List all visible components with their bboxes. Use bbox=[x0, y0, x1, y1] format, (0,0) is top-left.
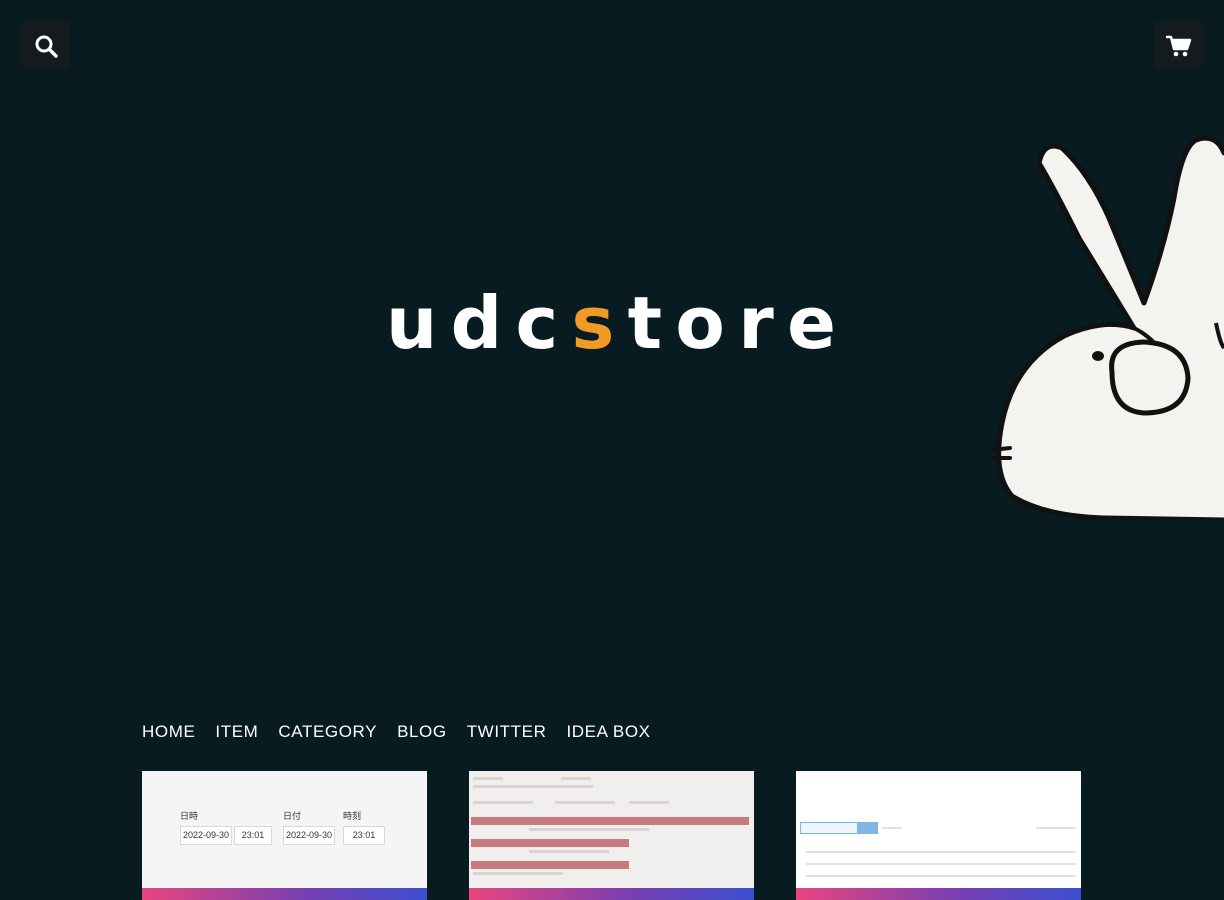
card-placeholder bbox=[471, 817, 749, 825]
logo-letter: d bbox=[450, 281, 503, 365]
rabbit-illustration bbox=[990, 135, 1224, 520]
nav-home[interactable]: HOME bbox=[142, 719, 195, 745]
nav-blog[interactable]: BLOG bbox=[397, 719, 447, 745]
logo-letter: c bbox=[515, 281, 559, 365]
card-placeholder bbox=[806, 863, 1076, 865]
site-logo[interactable]: u d c s t o r e bbox=[386, 287, 836, 359]
card-placeholder bbox=[806, 875, 1076, 877]
card-placeholder bbox=[471, 839, 629, 847]
card-text: 2022-09-30 bbox=[283, 826, 335, 845]
card-text: 23:01 bbox=[234, 826, 272, 845]
logo-letter: e bbox=[787, 281, 836, 365]
nav-idea-box[interactable]: IDEA BOX bbox=[566, 719, 650, 745]
logo-letter: o bbox=[675, 281, 725, 365]
card-placeholder bbox=[473, 801, 533, 804]
nav-item[interactable]: ITEM bbox=[215, 719, 258, 745]
nav-twitter[interactable]: TWITTER bbox=[467, 719, 547, 745]
card-placeholder bbox=[882, 827, 902, 829]
card-placeholder bbox=[473, 777, 503, 780]
search-button[interactable] bbox=[21, 21, 70, 70]
card-placeholder bbox=[858, 822, 878, 834]
card-accent-bar bbox=[796, 888, 1081, 900]
product-card[interactable]: 日時 日付 時刻 2022-09-30 23:01 2022-09-30 23:… bbox=[142, 771, 427, 900]
card-placeholder bbox=[529, 828, 649, 831]
card-placeholder bbox=[529, 850, 609, 853]
card-text: 日時 bbox=[180, 811, 199, 821]
card-placeholder bbox=[806, 851, 1076, 853]
card-placeholder bbox=[473, 872, 563, 875]
card-placeholder bbox=[471, 861, 629, 869]
card-placeholder bbox=[1036, 827, 1076, 829]
card-placeholder bbox=[555, 801, 615, 804]
cart-button[interactable] bbox=[1154, 21, 1203, 70]
card-placeholder bbox=[561, 777, 591, 780]
search-icon bbox=[35, 35, 58, 58]
main-nav: HOME ITEM CATEGORY BLOG TWITTER IDEA BOX bbox=[142, 719, 651, 745]
card-text: 2022-09-30 bbox=[180, 826, 232, 845]
logo-letter-accent: s bbox=[571, 281, 615, 365]
product-card[interactable] bbox=[796, 771, 1081, 900]
cart-icon bbox=[1165, 35, 1191, 56]
product-card[interactable] bbox=[469, 771, 754, 900]
card-placeholder bbox=[473, 785, 593, 788]
logo-letter: u bbox=[386, 281, 438, 365]
card-text: 日付 bbox=[283, 811, 302, 821]
card-text: 23:01 bbox=[343, 826, 385, 845]
nav-category[interactable]: CATEGORY bbox=[278, 719, 377, 745]
card-accent-bar bbox=[469, 888, 754, 900]
logo-letter: r bbox=[738, 281, 774, 365]
card-text: 時刻 bbox=[343, 811, 362, 821]
logo-letter: t bbox=[627, 281, 663, 365]
card-placeholder bbox=[629, 801, 669, 804]
card-placeholder bbox=[800, 822, 858, 834]
card-accent-bar bbox=[142, 888, 427, 900]
